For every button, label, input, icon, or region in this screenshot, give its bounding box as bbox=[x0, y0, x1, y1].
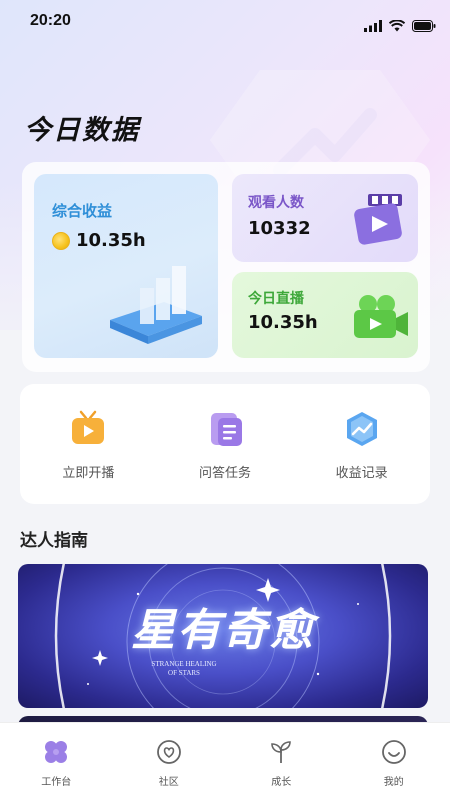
sprout-icon bbox=[271, 741, 292, 763]
banner-subtitle: STRANGE HEALING OF STARS bbox=[151, 660, 217, 677]
coin-icon bbox=[52, 232, 70, 250]
qa-task-label: 问答任务 bbox=[198, 466, 251, 481]
nav-growth-label: 成长 bbox=[271, 777, 292, 788]
stats-panel: 综合收益 10.35h 观看人数 10332 今日直播 10.35h bbox=[22, 162, 430, 372]
start-live-label: 立即开播 bbox=[62, 466, 115, 481]
battery-icon bbox=[412, 20, 436, 32]
viewers-label: 观看人数 bbox=[248, 195, 304, 211]
chart-hex-icon bbox=[346, 412, 377, 446]
status-bar: 20:20 bbox=[0, 0, 450, 44]
smiley-icon bbox=[381, 740, 406, 764]
nav-community-label: 社区 bbox=[158, 777, 179, 788]
wifi-icon bbox=[389, 20, 405, 32]
signal-icon bbox=[364, 20, 382, 32]
qa-task-button[interactable]: 问答任务 bbox=[165, 384, 285, 504]
task-list-icon bbox=[210, 413, 242, 446]
earnings-record-label: 收益记录 bbox=[335, 466, 388, 481]
start-live-button[interactable]: 立即开播 bbox=[28, 384, 148, 504]
guide-banner[interactable]: 星有奇愈 STRANGE HEALING OF STARS bbox=[18, 564, 428, 708]
earnings-record-button[interactable]: 收益记录 bbox=[302, 384, 422, 504]
viewers-card[interactable]: 观看人数 10332 bbox=[232, 174, 418, 262]
heart-shield-icon bbox=[156, 740, 181, 764]
quick-actions: 立即开播 问答任务 收益记录 bbox=[20, 384, 430, 504]
clover-icon bbox=[45, 741, 68, 763]
viewers-value: 10332 bbox=[248, 218, 311, 239]
section-title: 达人指南 bbox=[20, 531, 88, 551]
camera-icon bbox=[354, 295, 408, 338]
earnings-value: 10.35h bbox=[76, 230, 146, 251]
live-card[interactable]: 今日直播 10.35h bbox=[232, 272, 418, 358]
banner-title: 星有奇愈 bbox=[131, 605, 315, 656]
nav-workbench[interactable]: 工作台 bbox=[6, 723, 106, 800]
nav-growth[interactable]: 成长 bbox=[231, 723, 331, 800]
nav-mine-label: 我的 bbox=[383, 777, 404, 788]
bar-chart-3d-icon bbox=[110, 266, 202, 344]
earnings-card[interactable]: 综合收益 10.35h bbox=[34, 174, 218, 358]
earnings-label: 综合收益 bbox=[52, 202, 113, 220]
nav-community[interactable]: 社区 bbox=[119, 723, 219, 800]
tv-play-icon bbox=[72, 410, 105, 444]
video-clapper-icon bbox=[354, 194, 402, 245]
live-label: 今日直播 bbox=[248, 291, 304, 307]
nav-workbench-label: 工作台 bbox=[41, 777, 72, 788]
nav-mine[interactable]: 我的 bbox=[344, 723, 444, 800]
status-time: 20:20 bbox=[30, 12, 71, 29]
page-title: 今日数据 bbox=[24, 115, 140, 146]
bottom-nav: 工作台 社区 成长 我的 bbox=[0, 722, 450, 800]
live-value: 10.35h bbox=[248, 312, 318, 333]
